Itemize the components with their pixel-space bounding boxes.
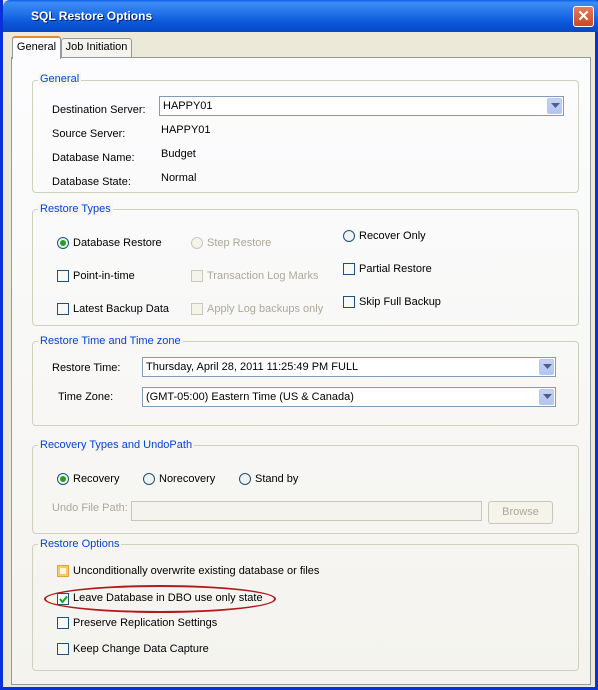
dropdown-arrow-icon[interactable] (547, 98, 562, 114)
point-in-time-checkbox[interactable] (57, 270, 69, 282)
time-zone-value: (GMT-05:00) Eastern Time (US & Canada) (146, 391, 354, 403)
preserve-replication-checkbox[interactable] (57, 617, 69, 629)
restore-types-legend: Restore Types (38, 203, 113, 215)
tab-general-label: General (16, 41, 57, 53)
database-restore-radio[interactable] (57, 237, 69, 249)
source-server-label: Source Server: (52, 128, 126, 140)
apply-log-backups-label: Apply Log backups only (207, 303, 324, 315)
undo-file-path-input[interactable] (131, 501, 482, 521)
overwrite-label[interactable]: Unconditionally overwrite existing datab… (73, 565, 319, 577)
source-server-value: HAPPY01 (161, 124, 211, 136)
restore-options-legend: Restore Options (38, 538, 122, 550)
destination-server-select[interactable]: HAPPY01 (159, 96, 564, 116)
restore-time-select[interactable]: Thursday, April 28, 2011 11:25:49 PM FUL… (142, 357, 556, 377)
latest-backup-data-label[interactable]: Latest Backup Data (73, 303, 169, 315)
keep-cdc-label[interactable]: Keep Change Data Capture (73, 643, 209, 655)
general-legend: General (38, 73, 82, 85)
partial-restore-label[interactable]: Partial Restore (359, 263, 432, 275)
tab-job-initiation-label: Job Initiation (65, 41, 128, 53)
apply-log-backups-checkbox[interactable] (191, 303, 203, 315)
keep-cdc-checkbox[interactable] (57, 643, 69, 655)
recover-only-radio[interactable] (343, 230, 355, 242)
database-state-label: Database State: (52, 176, 131, 188)
time-zone-label: Time Zone: (58, 391, 114, 403)
partial-restore-checkbox[interactable] (343, 263, 355, 275)
browse-button-label: Browse (502, 506, 539, 518)
tab-general[interactable]: General (12, 36, 61, 59)
step-restore-radio[interactable] (191, 237, 203, 249)
database-restore-label[interactable]: Database Restore (73, 237, 162, 249)
latest-backup-data-checkbox[interactable] (57, 303, 69, 315)
dropdown-arrow-icon[interactable] (539, 389, 554, 405)
restore-time-value: Thursday, April 28, 2011 11:25:49 PM FUL… (146, 361, 359, 373)
standby-radio[interactable] (239, 473, 251, 485)
norecovery-radio[interactable] (143, 473, 155, 485)
dropdown-arrow-icon[interactable] (539, 359, 554, 375)
step-restore-label: Step Restore (207, 237, 272, 249)
restore-options-dialog: SQL Restore Options ✕ General Job Initia… (0, 0, 598, 690)
overwrite-checkbox[interactable] (57, 565, 69, 577)
standby-label[interactable]: Stand by (255, 473, 298, 485)
restore-time-label: Restore Time: (52, 362, 121, 374)
recover-only-label[interactable]: Recover Only (359, 230, 426, 242)
database-name-label: Database Name: (52, 152, 135, 164)
norecovery-label[interactable]: Norecovery (159, 473, 215, 485)
transaction-log-marks-checkbox[interactable] (191, 270, 203, 282)
window-title: SQL Restore Options (31, 9, 153, 23)
tab-job-initiation[interactable]: Job Initiation (61, 38, 132, 57)
browse-button[interactable]: Browse (488, 501, 553, 524)
highlight-ellipse (44, 585, 276, 613)
point-in-time-label[interactable]: Point-in-time (73, 270, 135, 282)
destination-server-label: Destination Server: (52, 104, 146, 116)
skip-full-backup-label[interactable]: Skip Full Backup (359, 296, 441, 308)
recovery-radio[interactable] (57, 473, 69, 485)
title-bar[interactable]: SQL Restore Options ✕ (3, 0, 598, 32)
undo-file-path-label: Undo File Path: (52, 502, 128, 514)
restore-time-legend: Restore Time and Time zone (38, 335, 183, 347)
database-state-value: Normal (161, 172, 197, 184)
time-zone-select[interactable]: (GMT-05:00) Eastern Time (US & Canada) (142, 387, 556, 407)
restore-time-group (32, 341, 579, 426)
close-icon: ✕ (577, 8, 590, 25)
close-button[interactable]: ✕ (573, 6, 594, 27)
destination-server-value: HAPPY01 (163, 100, 213, 112)
recovery-label[interactable]: Recovery (73, 473, 119, 485)
recovery-types-legend: Recovery Types and UndoPath (38, 439, 195, 451)
skip-full-backup-checkbox[interactable] (343, 296, 355, 308)
transaction-log-marks-label: Transaction Log Marks (207, 270, 319, 282)
database-name-value: Budget (161, 148, 196, 160)
preserve-replication-label[interactable]: Preserve Replication Settings (73, 617, 217, 629)
